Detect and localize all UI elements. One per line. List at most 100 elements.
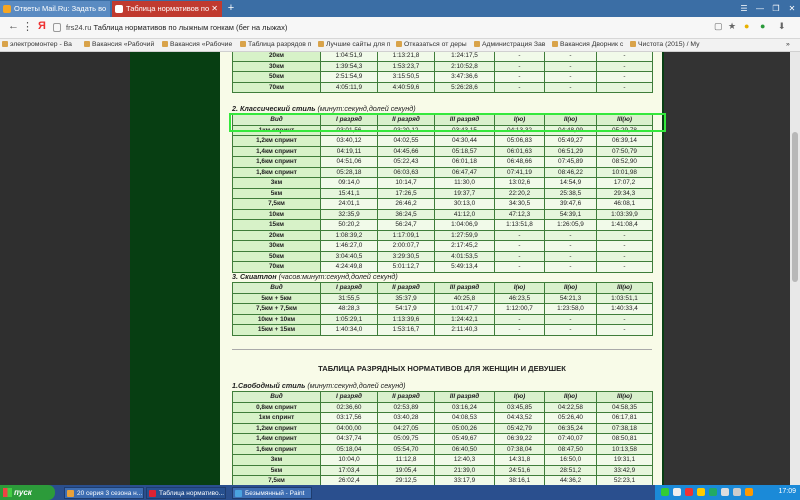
- bookmark-item[interactable]: Вакансия Дворник с: [552, 41, 628, 48]
- site-info-icon[interactable]: [53, 23, 61, 32]
- bookmark-item[interactable]: Администрация Зав: [474, 41, 550, 48]
- tray-app-icon[interactable]: [697, 488, 705, 496]
- table-cell: 06:40,50: [434, 443, 495, 455]
- table-row: 1,4км спринт 04:37,74 05:09,75 05:49,67 06:3…: [232, 433, 653, 445]
- bookmark-icon: [630, 41, 636, 47]
- table-cell: 10:04,0: [320, 454, 378, 466]
- browser-tab-active[interactable]: Таблица нормативов по ✕: [112, 1, 222, 17]
- browser-tab-mail[interactable]: Ответы Mail.Ru: Задать во: [0, 1, 110, 17]
- table-cell: 1:27:59,9: [434, 229, 495, 241]
- url-field[interactable]: frs24.ru Таблица нормативов по лыжным го…: [66, 23, 287, 32]
- table-cell: -: [494, 240, 545, 252]
- table-row: 3км 09:14,0 10:14,7 11:30,0 13:02,6 14:54,9 17…: [232, 177, 653, 189]
- table-cell: 07:45,89: [544, 156, 597, 168]
- bookmark-label: Администрация Зав: [482, 41, 546, 48]
- bookmarks-bar: электромонтер - Ва Вакансия «Рабочий Вак…: [0, 39, 800, 52]
- bookmarks-more-button[interactable]: »: [786, 41, 798, 48]
- table-cell: 19:37,7: [434, 187, 495, 199]
- table-cell: 04:00,00: [320, 422, 378, 434]
- table-cell: 12:40,3: [434, 454, 495, 466]
- extension-icon[interactable]: ●: [760, 21, 765, 31]
- windows-taskbar: пуск 20 серия 3 сезона н... Таблица норм…: [0, 485, 800, 500]
- bookmark-item[interactable]: Вакансия «Рабочие: [162, 41, 238, 48]
- volume-icon[interactable]: [733, 488, 741, 496]
- bookmark-item[interactable]: Чистота (2015) / Му: [630, 41, 706, 48]
- taskbar-item-video[interactable]: 20 серия 3 сезона н...: [64, 487, 144, 499]
- row-label: 50км: [232, 71, 321, 83]
- table-cell: 4:01:53,5: [434, 250, 495, 262]
- back-arrow-icon[interactable]: ←: [8, 20, 19, 32]
- row-label: 5км: [232, 187, 321, 199]
- bookmark-icon: [474, 41, 480, 47]
- table-row: 15км 50:20,2 56:24,7 1:04:06,9 1:13:51,8 1:26…: [232, 219, 653, 231]
- table-row: 0,8км спринт 02:36,60 02:53,89 03:16,24 03:4…: [232, 401, 653, 413]
- download-icon[interactable]: ⬇: [778, 21, 786, 32]
- protect-icon[interactable]: ●: [744, 21, 749, 31]
- new-tab-button[interactable]: +: [224, 0, 238, 17]
- section-title-text: 2. Классический стиль: [232, 104, 316, 113]
- table-cell: -: [544, 240, 597, 252]
- tray-app-icon[interactable]: [685, 488, 693, 496]
- table-cell: 35:37,9: [377, 292, 435, 304]
- url-host: frs24.ru: [66, 23, 92, 32]
- section-divider: [232, 349, 652, 350]
- table-header-row: Вид I разряд II разряд III разряд I(ю) II(ю) I…: [232, 391, 653, 403]
- section-title-text: 3. Скиатлон: [232, 272, 277, 281]
- table-cell: 26:02,4: [320, 475, 378, 485]
- bookmark-item[interactable]: Вакансия «Рабочий: [84, 41, 160, 48]
- maximize-icon[interactable]: ❐: [768, 0, 784, 17]
- row-label: 3км: [232, 454, 321, 466]
- table-cell: 02:36,60: [320, 401, 378, 413]
- network-icon[interactable]: [721, 488, 729, 496]
- close-tab-icon[interactable]: ✕: [211, 1, 218, 17]
- table-cell: 05:09,75: [377, 433, 435, 445]
- table-row: 30км 1:46:27,0 2:00:07,7 2:17:45,2- - -: [232, 240, 653, 252]
- table-cell: 08:50,81: [596, 433, 653, 445]
- scrollbar-thumb[interactable]: [792, 132, 798, 282]
- table-cell: 2:11:40,3: [434, 324, 495, 336]
- bookmark-item[interactable]: Лучшие сайты для п: [318, 41, 394, 48]
- menu-dots-icon[interactable]: ⋮: [22, 20, 33, 33]
- bookmark-item[interactable]: электромонтер - Ва: [2, 41, 82, 48]
- vertical-scrollbar[interactable]: [790, 52, 800, 485]
- tray-app-icon[interactable]: [745, 488, 753, 496]
- table-cell: 05:26,40: [544, 412, 597, 424]
- table-cell: 1:13:21,8: [377, 52, 435, 62]
- minimize-icon[interactable]: —: [752, 0, 768, 17]
- table-cell: 4:40:59,6: [377, 81, 435, 93]
- table-cell: 14:31,8: [494, 454, 545, 466]
- row-label: 1,8км спринт: [232, 166, 321, 178]
- table-cell: 34:30,5: [494, 198, 545, 210]
- bookmark-label: Отказаться от деры: [404, 41, 467, 48]
- table-cell: 11:30,0: [434, 177, 495, 189]
- taskbar-item-browser[interactable]: Таблица нормативо...: [146, 487, 226, 499]
- bookmark-icon: [552, 41, 558, 47]
- yandex-logo-icon[interactable]: Я: [38, 20, 46, 32]
- table-cell: 05:54,70: [377, 443, 435, 455]
- tray-app-icon[interactable]: [661, 488, 669, 496]
- bookmark-item[interactable]: Таблица разрядов п: [240, 41, 316, 48]
- table-cell: -: [596, 324, 653, 336]
- table-cell: 29:12,5: [377, 475, 435, 485]
- column-header: II(ю): [544, 282, 597, 294]
- table-cell: 33:42,9: [596, 464, 653, 476]
- bookmark-icon: [396, 41, 402, 47]
- close-window-icon[interactable]: ✕: [784, 0, 800, 17]
- table-cell: 1:26:05,9: [544, 219, 597, 231]
- table-cell: 3:15:50,5: [377, 71, 435, 83]
- clock: 17:09: [778, 488, 796, 495]
- bookmark-item[interactable]: Отказаться от деры: [396, 41, 472, 48]
- copy-icon[interactable]: ▢: [714, 21, 723, 32]
- tray-app-icon[interactable]: [709, 488, 717, 496]
- table-cell: 1:12:00,7: [494, 303, 545, 315]
- mail-favicon-icon: [3, 5, 11, 13]
- tray-app-icon[interactable]: [673, 488, 681, 496]
- column-header: I(ю): [494, 391, 545, 403]
- table-cell: 13:02,6: [494, 177, 545, 189]
- table-cell: -: [494, 52, 545, 62]
- bookmark-star-icon[interactable]: ★: [728, 21, 736, 32]
- menu-icon[interactable]: ☰: [736, 0, 752, 17]
- start-button[interactable]: пуск: [0, 485, 55, 500]
- table-cell: 10:14,7: [377, 177, 435, 189]
- taskbar-item-paint[interactable]: Безымянный - Paint: [232, 487, 312, 499]
